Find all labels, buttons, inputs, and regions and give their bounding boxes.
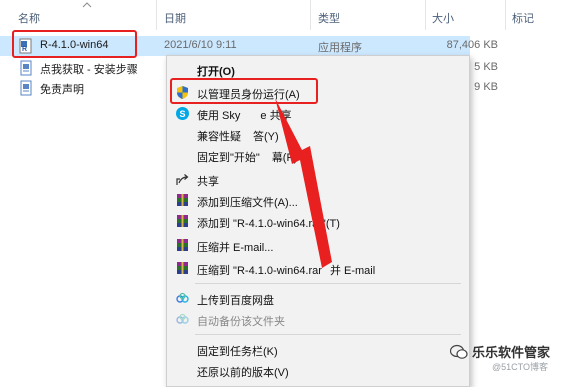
column-divider[interactable] (425, 0, 426, 30)
label-part: 使用 Sky (197, 110, 241, 122)
winrar-icon (177, 215, 188, 227)
wechat-icon (450, 344, 468, 359)
menu-item-run-as-admin[interactable]: 以管理员身份运行(A) (167, 82, 469, 103)
file-name: R-4.1.0-win64 (40, 39, 109, 51)
menu-item-troubleshoot-compat[interactable]: 兼容性疑 答(Y) (167, 124, 469, 145)
menu-item-auto-backup[interactable]: 自动备份该文件夹 (167, 309, 469, 330)
menu-item-compress-rar-email[interactable]: 压缩到 "R-4.1.0-win64.rar 并 E-mail (167, 258, 469, 279)
file-date: 2021/6/10 9:11 (164, 39, 237, 51)
menu-item-label: 以管理员身份运行(A) (197, 89, 300, 101)
menu-item-label: 还原以前的版本(V) (197, 367, 289, 379)
menu-item-upload-baidu[interactable]: 上传到百度网盘 (167, 288, 469, 309)
menu-item-label: 自动备份该文件夹 (197, 316, 285, 328)
label-part: 压缩到 "R-4.1.0-win64.rar (197, 265, 322, 277)
menu-item-label: 压缩并 E-mail... (197, 242, 274, 254)
file-name: 点我获取 - 安装步骤 (40, 64, 138, 76)
menu-item-pin-to-start[interactable]: 固定到"开始" 幕(P) (167, 145, 469, 166)
menu-item-label: 压缩到 "R-4.1.0-win64.rar 并 E-mail (197, 262, 375, 278)
watermark: 乐乐软件管家 @51CTO博客 (444, 338, 576, 376)
label-part: 幕(P) (271, 152, 298, 164)
file-name: 免责声明 (40, 84, 84, 96)
share-icon (176, 174, 189, 185)
label-part: 固定到"开始" (197, 152, 260, 164)
watermark-title: 乐乐软件管家 (472, 345, 551, 360)
label-part: 并 E-mail (329, 265, 376, 277)
winrar-icon (177, 194, 188, 206)
column-date[interactable]: 日期 (164, 10, 186, 26)
label-part: 答(Y) (253, 131, 279, 143)
file-size: 87,406 KB (446, 39, 498, 51)
column-divider[interactable] (310, 0, 311, 30)
winrar-icon (177, 239, 188, 251)
watermark-subtitle: @51CTO博客 (492, 362, 548, 372)
skype-icon: S (176, 107, 189, 120)
menu-item-pin-taskbar[interactable]: 固定到任务栏(K) (167, 339, 469, 360)
column-name[interactable]: 名称 (18, 10, 40, 26)
column-header: 名称 日期 类型 大小 标记 (0, 0, 576, 32)
menu-item-add-to-archive[interactable]: 添加到压缩文件(A)... (167, 190, 469, 211)
menu-item-label: 打开(O) (197, 66, 235, 78)
menu-item-label: 兼容性疑 答(Y) (197, 128, 279, 144)
uac-shield-icon (177, 86, 188, 99)
menu-item-label: 添加到 "R-4.1.0-win64.rar"(T) (197, 218, 340, 230)
file-type: 应用程序 (318, 42, 362, 54)
menu-item-label: 固定到"开始" 幕(P) (197, 149, 297, 165)
r-setup-icon: R (19, 38, 32, 54)
baidu-cloud-icon (176, 292, 189, 303)
document-icon (20, 80, 32, 96)
menu-item-restore-previous[interactable]: 还原以前的版本(V) (167, 360, 469, 381)
column-size[interactable]: 大小 (432, 10, 454, 26)
menu-item-label: 添加到压缩文件(A)... (197, 197, 298, 209)
file-size-partial: 5 KB (474, 61, 498, 73)
file-size-partial: 9 KB (474, 81, 498, 93)
menu-item-open[interactable]: 打开(O) (167, 59, 469, 80)
baidu-cloud-icon (176, 313, 189, 324)
context-menu: 打开(O) 以管理员身份运行(A) S 使用 Sky e 共享 兼容性疑 答(Y) … (166, 55, 470, 387)
column-divider[interactable] (505, 0, 506, 30)
column-divider[interactable] (156, 0, 157, 30)
column-type[interactable]: 类型 (318, 10, 340, 26)
svg-text:S: S (180, 109, 186, 119)
menu-separator (195, 334, 461, 335)
menu-separator (195, 283, 461, 284)
label-part: e 共享 (260, 110, 292, 122)
menu-item-skype-share[interactable]: S 使用 Sky e 共享 (167, 103, 469, 124)
menu-item-label: 上传到百度网盘 (197, 295, 274, 307)
document-icon (20, 60, 32, 76)
menu-item-share[interactable]: 共享 (167, 169, 469, 190)
label-part: 兼容性疑 (197, 131, 241, 143)
menu-item-label: 使用 Sky e 共享 (197, 107, 292, 123)
menu-item-compress-email[interactable]: 压缩并 E-mail... (167, 235, 469, 256)
menu-item-label: 共享 (197, 176, 219, 188)
menu-item-label: 固定到任务栏(K) (197, 346, 278, 358)
menu-item-add-to-rar[interactable]: 添加到 "R-4.1.0-win64.rar"(T) (167, 211, 469, 232)
column-tags[interactable]: 标记 (512, 10, 534, 26)
file-row-r-installer[interactable]: R R-4.1.0-win64 2021/6/10 9:11 应用程序 87,4… (0, 36, 498, 56)
winrar-icon (177, 262, 188, 274)
sort-ascending-icon (82, 2, 92, 8)
svg-text:R: R (22, 46, 27, 53)
